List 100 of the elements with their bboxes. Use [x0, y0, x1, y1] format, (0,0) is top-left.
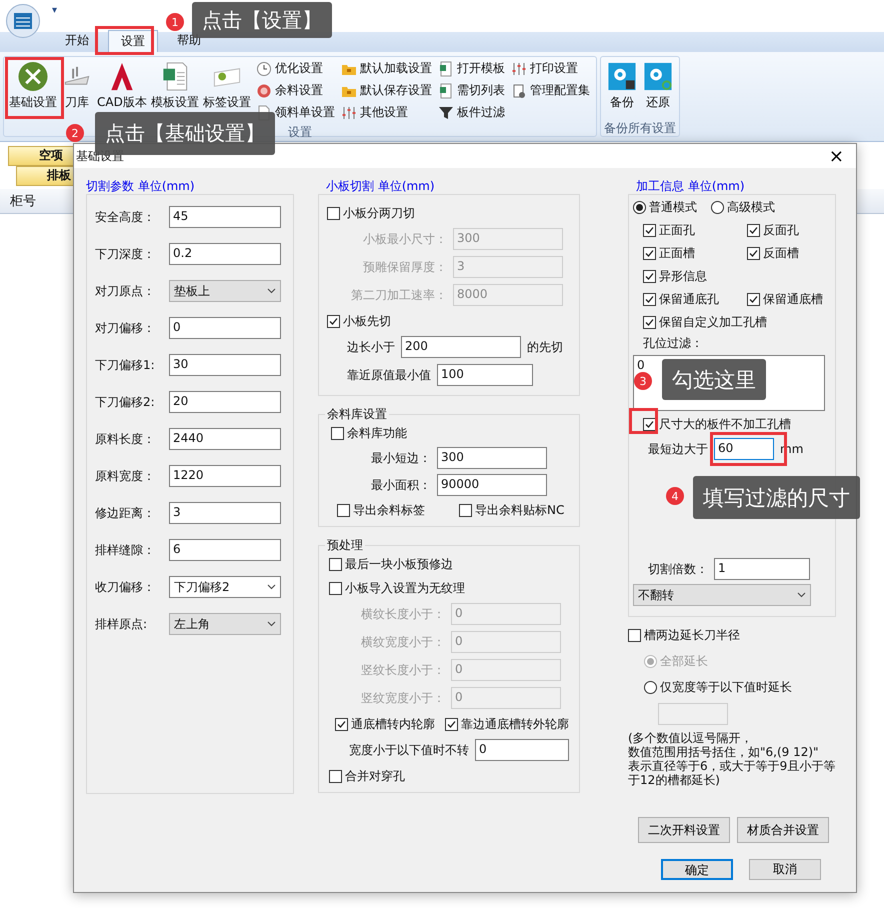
- ribbon-tab[interactable]: 设置: [108, 30, 158, 52]
- checkbox[interactable]: 导出余料标签: [337, 502, 453, 518]
- text-field[interactable]: 20: [169, 391, 281, 413]
- field-label: 原料宽度：: [95, 468, 156, 484]
- ribbon-button[interactable]: 备份: [604, 59, 639, 111]
- text-field[interactable]: 45: [169, 206, 281, 228]
- gear-document-icon: [510, 82, 527, 98]
- dialog-button[interactable]: 取消: [749, 859, 821, 880]
- group-legend: 余料库设置: [325, 406, 389, 423]
- checkbox[interactable]: 导出余料贴标NC: [459, 502, 564, 518]
- radio-button[interactable]: 高级模式: [711, 198, 775, 216]
- checkbox[interactable]: 小板导入设置为无纹理: [329, 580, 465, 596]
- text-field[interactable]: 1: [714, 558, 810, 580]
- dropdown[interactable]: 下刀偏移2: [169, 576, 281, 598]
- text-field[interactable]: 3: [169, 502, 281, 524]
- ribbon-button[interactable]: 基础设置: [8, 59, 58, 111]
- gear-save-icon: [606, 61, 638, 92]
- text-field[interactable]: 100: [437, 364, 533, 386]
- help-text: 于12的槽都延长): [628, 773, 720, 787]
- ribbon-button[interactable]: 管理配置集: [510, 81, 590, 100]
- text-field[interactable]: 0.2: [169, 243, 281, 265]
- section-heading: 加工信息 单位(mm): [635, 178, 746, 194]
- checkmark-icon: [748, 224, 759, 236]
- dropdown-caret-icon: [267, 621, 276, 627]
- ribbon-button[interactable]: 其他设置: [340, 103, 432, 122]
- checkbox[interactable]: 槽两边延长刀半径: [628, 626, 740, 644]
- ribbon-tab[interactable]: 开始: [52, 29, 102, 52]
- checkbox[interactable]: 通底槽转内轮廓: [335, 716, 439, 732]
- callout-tooltip: 点击【设置】: [192, 2, 332, 38]
- checkbox[interactable]: 靠边通底槽转外轮廓: [445, 716, 569, 732]
- settings-button[interactable]: 材质合并设置: [737, 817, 829, 843]
- ribbon-button[interactable]: 默认保存设置: [340, 81, 432, 100]
- checkbox[interactable]: 反面孔: [747, 222, 799, 238]
- dropdown[interactable]: 垫板上: [169, 280, 281, 302]
- text-field[interactable]: [658, 703, 728, 725]
- field-label: 孔位过滤：: [643, 335, 703, 352]
- ribbon-button[interactable]: 打开模板: [438, 59, 505, 78]
- text-field[interactable]: 300: [437, 447, 547, 469]
- text-field[interactable]: 0: [169, 317, 281, 339]
- checkbox[interactable]: 保留通底槽: [747, 290, 823, 308]
- checkbox[interactable]: 反面槽: [747, 244, 799, 262]
- settings-button[interactable]: 二次开料设置: [638, 817, 730, 843]
- sliders-icon: [510, 60, 527, 76]
- ribbon-button[interactable]: 余料设置: [256, 81, 335, 100]
- ribbon-button[interactable]: 模板设置: [150, 59, 200, 111]
- dropdown[interactable]: 不翻转: [633, 584, 811, 606]
- ribbon-button[interactable]: 默认加载设置: [340, 59, 432, 78]
- highlight-frame: [95, 26, 154, 55]
- radio-button[interactable]: 仅宽度等于以下值时延长: [644, 678, 792, 696]
- checkbox[interactable]: 小板先切: [327, 312, 391, 330]
- ribbon-button[interactable]: 还原: [640, 59, 675, 111]
- ribbon-button[interactable]: 打印设置: [510, 59, 590, 78]
- checkbox[interactable]: 保留自定义加工孔槽: [643, 314, 767, 330]
- close-button[interactable]: ×: [824, 146, 848, 166]
- spreadsheet-icon: [438, 82, 454, 98]
- checkbox[interactable]: 最后一块小板预修边: [329, 556, 453, 572]
- callout-tooltip: 点击【基础设置】: [95, 112, 275, 155]
- checkmark-icon: [644, 224, 655, 236]
- text-field[interactable]: 60: [714, 438, 774, 460]
- checkmark-icon: [644, 248, 655, 258]
- checkbox[interactable]: 异形信息: [643, 268, 707, 284]
- checkmark-icon: [644, 418, 655, 430]
- checkbox[interactable]: 正面槽: [643, 244, 741, 262]
- field-label: 下刀偏移1:: [95, 356, 156, 374]
- field-label: 原料长度：: [95, 430, 156, 448]
- group-label: 设置: [288, 125, 312, 139]
- ribbon-button[interactable]: 刀库: [60, 59, 94, 111]
- sliders-icon: [340, 104, 357, 120]
- unit-label: 的先切: [527, 338, 563, 356]
- checkbox[interactable]: 小板分两刀切: [327, 204, 415, 222]
- ribbon-button[interactable]: 需切列表: [438, 81, 505, 100]
- group-label: 备份所有设置: [604, 121, 676, 135]
- text-field[interactable]: 2440: [169, 428, 281, 450]
- text-field[interactable]: 200: [401, 336, 521, 358]
- text-field[interactable]: 90000: [437, 474, 547, 496]
- highlight-frame: [629, 408, 658, 434]
- text-field[interactable]: 0: [475, 739, 569, 761]
- radio-button[interactable]: 普通模式: [633, 198, 697, 216]
- ribbon-button[interactable]: 优化设置: [256, 59, 335, 78]
- callout-tooltip: 填写过滤的尺寸: [693, 476, 860, 519]
- checkbox[interactable]: 合并对穿孔: [329, 768, 405, 784]
- group-legend: 预处理: [325, 537, 365, 554]
- text-field[interactable]: 30: [169, 354, 281, 376]
- ribbon-button[interactable]: 标签设置: [202, 59, 252, 111]
- quick-access-menu[interactable]: ▾: [52, 4, 58, 16]
- dialog-button[interactable]: 确定: [661, 859, 733, 880]
- dropdown-caret-icon: [267, 288, 276, 294]
- checkbox[interactable]: 正面孔: [643, 222, 741, 238]
- text-field[interactable]: 1220: [169, 465, 281, 487]
- checkbox[interactable]: 尺寸大的板件不加工孔槽: [643, 416, 791, 432]
- column-header: 柜号: [10, 193, 36, 210]
- text-field[interactable]: 6: [169, 539, 281, 561]
- field-label: 预雕保留厚度：: [362, 258, 447, 276]
- checkbox[interactable]: 余料库功能: [331, 424, 407, 442]
- dropdown[interactable]: 左上角: [169, 613, 281, 635]
- ribbon-button[interactable]: 板件过滤: [438, 103, 505, 122]
- field-label: 最小面积：: [370, 476, 431, 494]
- funnel-icon: [438, 104, 454, 120]
- ribbon-button[interactable]: CAD版本: [96, 59, 148, 111]
- checkbox[interactable]: 保留通底孔: [643, 290, 741, 308]
